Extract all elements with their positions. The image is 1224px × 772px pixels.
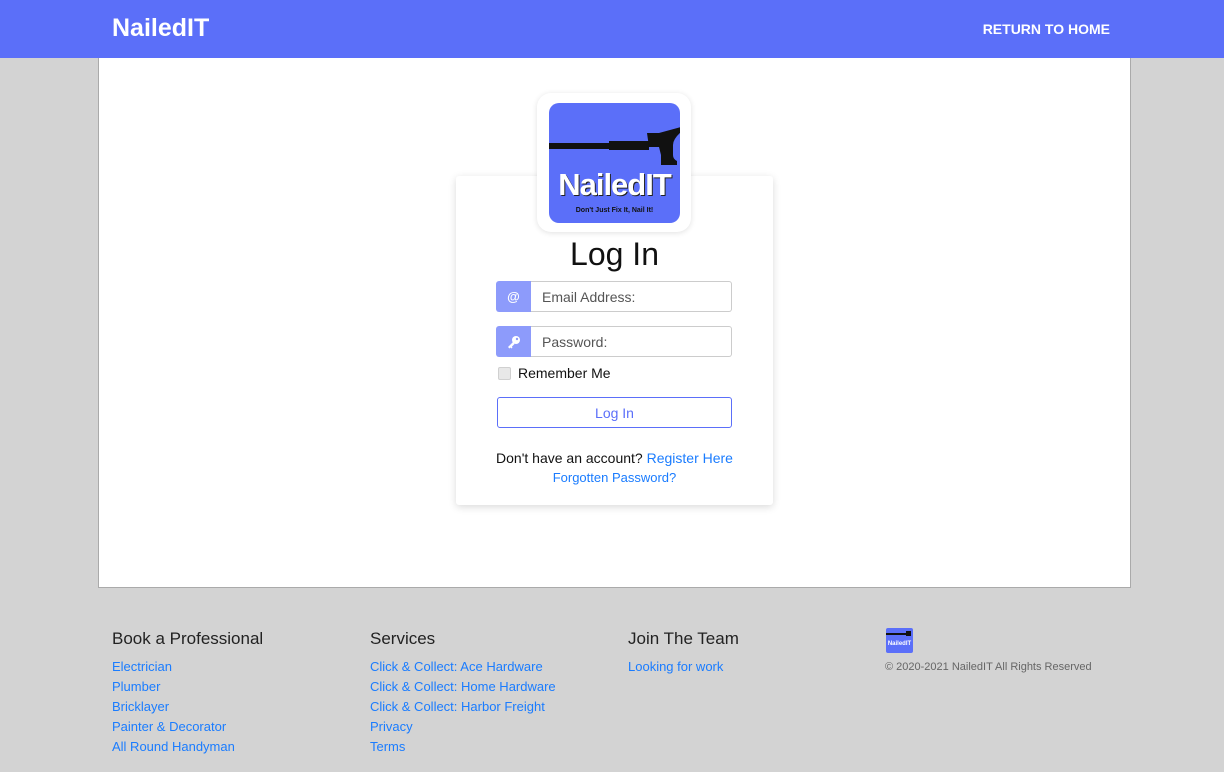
top-navbar: NailedIT RETURN TO HOME	[0, 0, 1224, 58]
footer-col-team: Join The Team Looking for work	[628, 629, 739, 677]
logo-slogan: Don't Just Fix It, Nail It!	[575, 207, 654, 214]
footer-link-terms[interactable]: Terms	[370, 737, 556, 757]
footer-heading: Join The Team	[628, 629, 739, 648]
login-title: Log In	[570, 236, 659, 272]
nailedit-logo: NailedIT Don't Just Fix It, Nail It!	[549, 103, 680, 223]
footer-link-ace[interactable]: Click & Collect: Ace Hardware	[370, 657, 556, 677]
footer-link-electrician[interactable]: Electrician	[112, 657, 263, 677]
footer-link-plumber[interactable]: Plumber	[112, 677, 263, 697]
footer-heading: Book a Professional	[112, 629, 264, 648]
footer-logo-wordmark: NailedIT	[887, 641, 912, 647]
no-account-text: Don't have an account?	[496, 450, 643, 466]
copyright-text: © 2020-2021 NailedIT All Rights Reserved	[885, 661, 1092, 673]
password-input-group	[496, 326, 732, 357]
footer-link-handyman[interactable]: All Round Handyman	[112, 737, 263, 757]
remember-me-label: Remember Me	[518, 365, 611, 381]
register-prompt: Don't have an account? Register Here	[456, 450, 773, 466]
forgot-password-line: Forgotten Password?	[456, 470, 773, 485]
key-icon	[496, 326, 531, 357]
footer-link-home-hardware[interactable]: Click & Collect: Home Hardware	[370, 677, 556, 697]
footer-logo: NailedIT	[886, 628, 913, 653]
footer-col-book: Book a Professional Electrician Plumber …	[112, 629, 263, 757]
logo-wordmark: NailedIT	[558, 167, 672, 202]
hammer-icon	[549, 127, 680, 165]
register-link[interactable]: Register Here	[647, 450, 733, 466]
hammer-icon	[886, 631, 911, 636]
remember-me-checkbox[interactable]	[498, 366, 511, 380]
logo-frame: NailedIT Don't Just Fix It, Nail It!	[537, 93, 691, 232]
email-input-group: @	[496, 281, 732, 312]
footer-link-looking-for-work[interactable]: Looking for work	[628, 657, 739, 677]
footer-link-harbor-freight[interactable]: Click & Collect: Harbor Freight	[370, 697, 556, 717]
password-field[interactable]	[531, 326, 732, 357]
return-home-link[interactable]: RETURN TO HOME	[983, 21, 1110, 37]
login-button[interactable]: Log In	[497, 397, 732, 428]
remember-me: Remember Me	[498, 365, 611, 381]
footer-link-privacy[interactable]: Privacy	[370, 717, 556, 737]
footer-link-bricklayer[interactable]: Bricklayer	[112, 697, 263, 717]
at-sign-icon: @	[496, 281, 531, 312]
footer-heading: Services	[370, 629, 436, 648]
forgot-password-link[interactable]: Forgotten Password?	[553, 470, 677, 485]
footer-col-services: Services Click & Collect: Ace Hardware C…	[370, 629, 556, 757]
footer-link-painter[interactable]: Painter & Decorator	[112, 717, 263, 737]
email-field[interactable]	[531, 281, 732, 312]
brand-link[interactable]: NailedIT	[112, 14, 209, 43]
